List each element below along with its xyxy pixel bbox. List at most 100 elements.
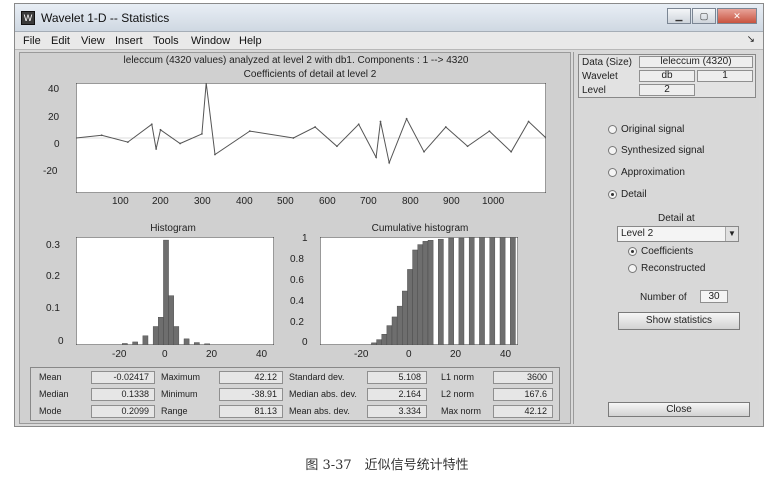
- top-xtick: 1000: [482, 196, 505, 207]
- radio-button-icon[interactable]: [628, 264, 637, 273]
- radio-original-signal[interactable]: Original signal: [608, 124, 684, 135]
- menu-view[interactable]: View: [81, 35, 105, 47]
- menu-insert[interactable]: Insert: [115, 35, 143, 47]
- cum-xtick: 40: [500, 349, 512, 360]
- cumulative-bar: [381, 333, 388, 345]
- stat-label: Mean: [39, 372, 62, 382]
- hist-ytick: 0.1: [46, 303, 60, 314]
- data-point: [100, 134, 103, 137]
- cumulative-bar: [448, 237, 454, 345]
- cum-ytick: 0.4: [290, 296, 304, 307]
- hist-ytick: 0.3: [46, 240, 60, 251]
- data-point: [466, 145, 469, 148]
- stat-value: 81.13: [219, 405, 283, 418]
- data-point: [379, 120, 382, 123]
- number-of-label: Number of: [640, 292, 687, 303]
- menu-file[interactable]: File: [23, 35, 41, 47]
- radio-button-icon[interactable]: [608, 190, 617, 199]
- cumulative-bar: [407, 269, 413, 345]
- stat-value: 5.108: [367, 371, 427, 384]
- close-icon[interactable]: ✕: [717, 8, 757, 24]
- data-point: [510, 150, 513, 153]
- detail-at-label: Detail at: [658, 213, 695, 224]
- data-point: [444, 126, 447, 128]
- data-point: [292, 137, 295, 139]
- top-xtick: 100: [112, 196, 129, 207]
- histogram-bar: [142, 335, 149, 345]
- statistics-table: Mean -0.02417 Median 0.1338 Mode 0.2099 …: [30, 367, 560, 421]
- cum-xtick: -20: [354, 349, 369, 360]
- level-label: Level: [582, 85, 606, 96]
- radio-label: Synthesized signal: [621, 145, 705, 156]
- histogram-bar: [173, 326, 180, 345]
- cum-ytick: 0.2: [290, 317, 304, 328]
- stat-value: 2.164: [367, 388, 427, 401]
- data-info-box: Data (Size) leleccum (4320) Wavelet db 1…: [578, 54, 756, 98]
- stat-label: Standard dev.: [289, 372, 345, 382]
- radio-label: Approximation: [621, 167, 685, 178]
- maximize-icon[interactable]: ▢: [692, 8, 716, 24]
- cumulative-bar: [396, 305, 403, 345]
- dropdown-arrow-icon[interactable]: ▼: [725, 227, 738, 241]
- histogram-plot: [76, 237, 274, 345]
- coefficients-plot: [76, 83, 546, 193]
- detail-level-select[interactable]: Level 2 ▼: [617, 226, 739, 242]
- radio-label: Detail: [621, 189, 647, 200]
- data-point: [375, 156, 378, 159]
- stat-value: 3600: [493, 371, 553, 384]
- minimize-icon[interactable]: ▁: [667, 8, 691, 24]
- cumulative-bar: [402, 290, 408, 345]
- stat-label: Max norm: [441, 406, 482, 416]
- cumulative-bar: [458, 237, 465, 345]
- data-point: [214, 153, 216, 156]
- stat-label: Mean abs. dev.: [289, 406, 350, 416]
- hist-xtick: 40: [256, 349, 268, 360]
- menu-window[interactable]: Window: [191, 35, 230, 47]
- radio-approximation[interactable]: Approximation: [608, 167, 685, 178]
- histogram-bar: [168, 295, 174, 345]
- radio-synthesized-signal[interactable]: Synthesized signal: [608, 145, 704, 156]
- radio-button-icon[interactable]: [628, 247, 637, 256]
- top-xtick: 800: [402, 196, 419, 207]
- menu-edit[interactable]: Edit: [51, 35, 70, 47]
- top-xtick: 600: [319, 196, 336, 207]
- stat-label: L1 norm: [441, 372, 475, 382]
- data-size-field: leleccum (4320): [639, 56, 753, 68]
- number-of-bins-input[interactable]: 30: [700, 290, 728, 303]
- data-point: [423, 150, 425, 153]
- hist-xtick: -20: [112, 349, 127, 360]
- data-point: [527, 120, 530, 123]
- stat-value: 0.2099: [91, 405, 155, 418]
- top-plot-title: Coefficients of detail at level 2: [243, 69, 377, 80]
- hist-xtick: 0: [162, 349, 168, 360]
- close-button[interactable]: Close: [608, 402, 750, 417]
- histogram-title: Histogram: [150, 223, 196, 234]
- radio-coefficients[interactable]: Coefficients: [628, 246, 693, 257]
- stat-label: Range: [161, 406, 188, 416]
- radio-detail[interactable]: Detail: [608, 189, 647, 200]
- matlab-icon: W: [21, 11, 35, 25]
- stat-label: Mode: [39, 406, 62, 416]
- data-point: [405, 117, 408, 120]
- wavelet-label: Wavelet: [582, 71, 618, 82]
- histogram-bar: [204, 343, 210, 345]
- radio-button-icon[interactable]: [608, 125, 617, 134]
- radio-button-icon[interactable]: [608, 146, 617, 155]
- radio-button-icon[interactable]: [608, 168, 617, 177]
- data-point: [179, 142, 182, 145]
- data-point: [150, 123, 153, 126]
- data-point: [155, 148, 158, 150]
- top-ytick: -20: [43, 166, 58, 177]
- toolbar-toggle-icon[interactable]: ↘: [747, 34, 755, 45]
- analysis-info: leleccum (4320 values) analyzed at level…: [123, 55, 469, 66]
- hist-ytick: 0.2: [46, 271, 60, 282]
- select-value: Level 2: [621, 228, 654, 239]
- menu-help[interactable]: Help: [239, 35, 262, 47]
- cumulative-bar: [499, 237, 506, 345]
- stat-label: Maximum: [161, 372, 201, 382]
- title-bar[interactable]: W Wavelet 1-D -- Statistics ▁ ▢ ✕: [15, 4, 763, 32]
- menu-tools[interactable]: Tools: [153, 35, 179, 47]
- show-statistics-button[interactable]: Show statistics: [618, 312, 740, 330]
- radio-reconstructed[interactable]: Reconstructed: [628, 263, 705, 274]
- histogram-bar: [132, 341, 138, 345]
